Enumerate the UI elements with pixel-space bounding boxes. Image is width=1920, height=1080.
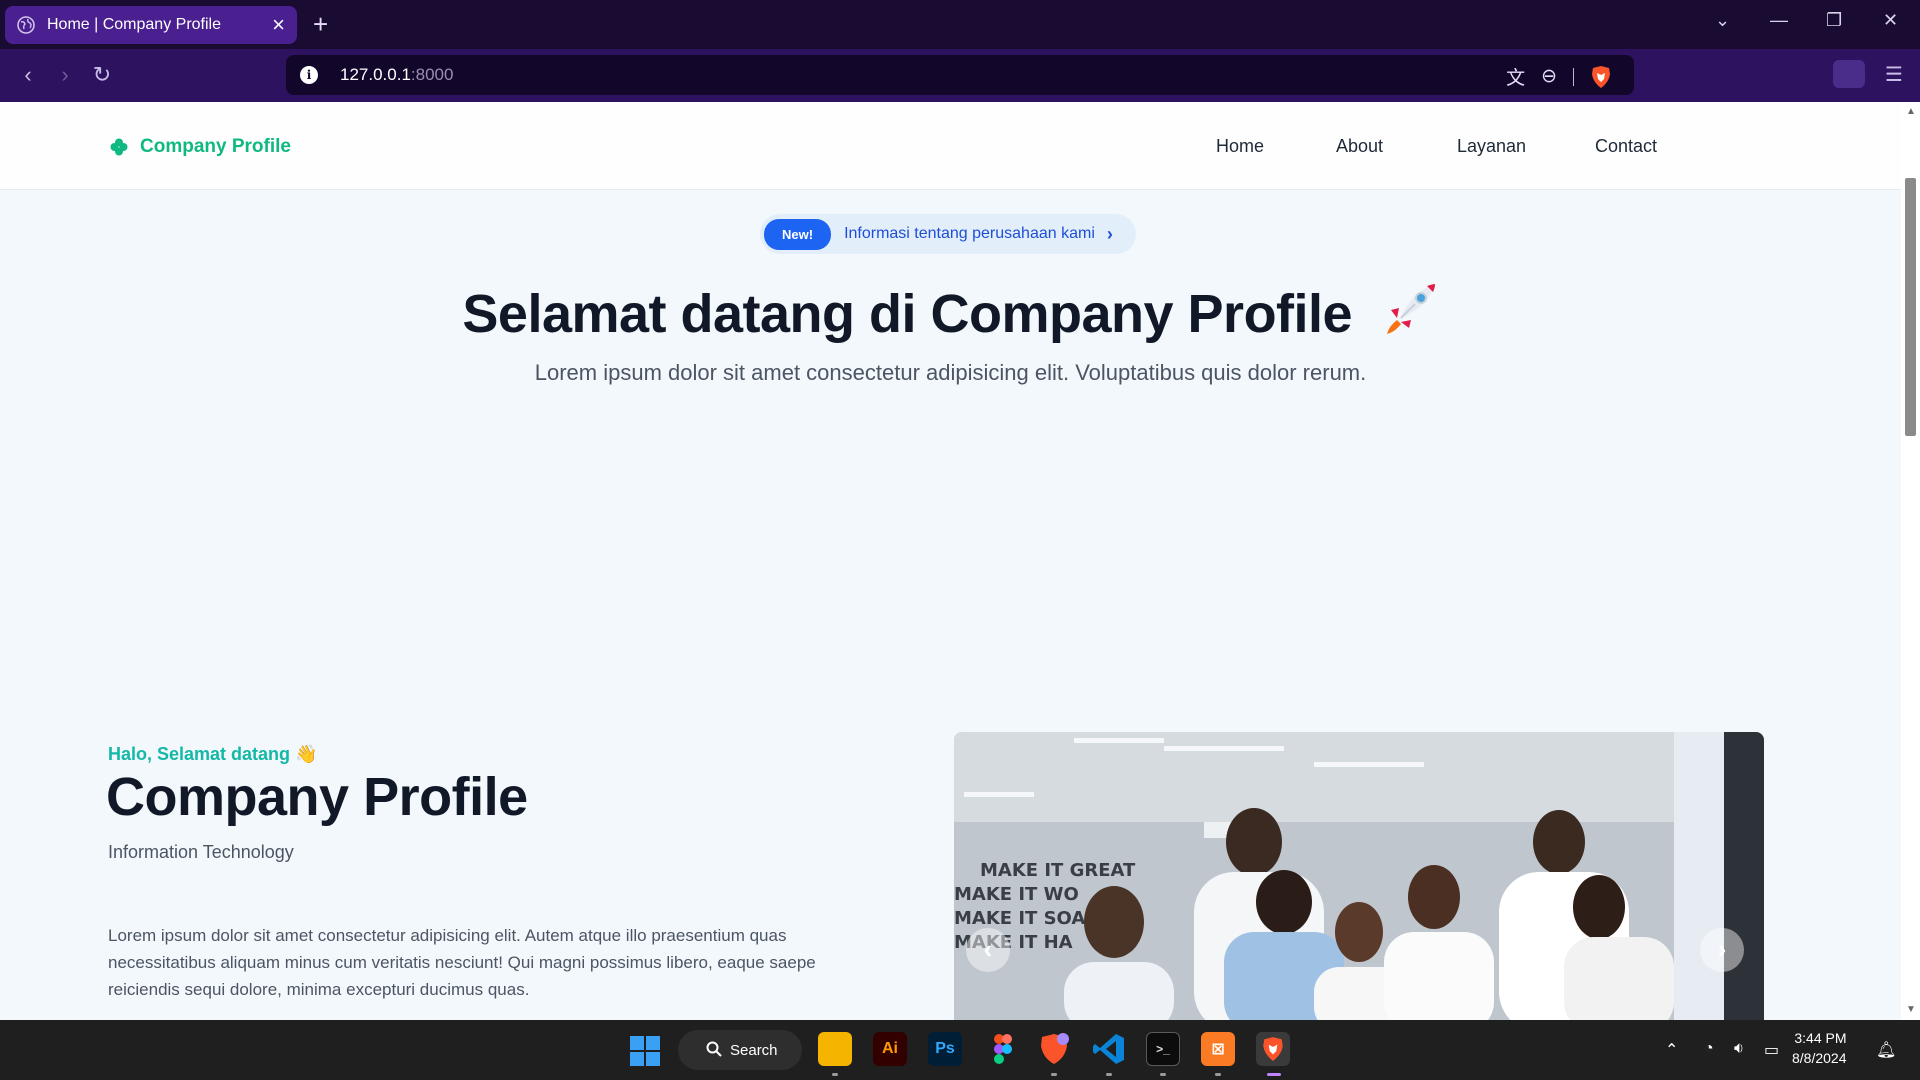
battery-icon[interactable]: ▭ bbox=[1764, 1040, 1779, 1060]
clock-time: 3:44 PM bbox=[1794, 1030, 1847, 1046]
search-icon bbox=[706, 1041, 722, 1057]
translate-icon[interactable]: 文 bbox=[1506, 63, 1525, 90]
wifi-icon[interactable]: ◔ bbox=[1704, 1040, 1714, 1058]
running-indicator bbox=[1215, 1073, 1221, 1076]
brand-name: Company Profile bbox=[140, 136, 291, 157]
terminal-icon[interactable]: >_ bbox=[1146, 1032, 1180, 1066]
company-title-part1: Company bbox=[106, 767, 349, 827]
wall-text-line3: MAKE IT SOAR bbox=[954, 908, 1099, 929]
illustrator-icon[interactable]: Ai bbox=[873, 1032, 907, 1066]
running-indicator bbox=[1051, 1073, 1057, 1076]
show-hidden-icons-chevron-icon[interactable]: ⌃ bbox=[1665, 1040, 1678, 1060]
site-brand[interactable]: Company Profile bbox=[110, 136, 291, 158]
hero-title-text: Selamat datang di Company Profile bbox=[462, 284, 1353, 344]
figma-icon[interactable] bbox=[986, 1032, 1020, 1066]
close-window-button[interactable]: ✕ bbox=[1883, 10, 1898, 31]
scroll-up-icon[interactable]: ▲ bbox=[1906, 106, 1916, 117]
windows-start-icon[interactable] bbox=[630, 1036, 660, 1066]
back-button[interactable]: ‹ bbox=[14, 61, 42, 89]
browser-toolbar: ‹ › ↻ i 127.0.0.1 :8000 文 ⊖ ☰ bbox=[0, 49, 1920, 102]
address-bar[interactable]: i 127.0.0.1 :8000 文 ⊖ bbox=[286, 55, 1634, 95]
about-paragraph: Lorem ipsum dolor sit amet consectetur a… bbox=[108, 926, 816, 999]
search-label: Search bbox=[730, 1041, 778, 1059]
toolbar-divider bbox=[1573, 67, 1574, 86]
restore-button[interactable]: ❐ bbox=[1826, 10, 1842, 31]
flower-logo-icon bbox=[110, 138, 128, 156]
page-scrollbar[interactable]: ▲ ▼ bbox=[1901, 102, 1920, 1020]
scroll-down-icon[interactable]: ▼ bbox=[1906, 1004, 1916, 1015]
site-info-icon[interactable]: i bbox=[300, 66, 318, 84]
scrollbar-thumb[interactable] bbox=[1905, 178, 1916, 436]
nav-link-contact[interactable]: Contact bbox=[1595, 136, 1657, 157]
carousel-prev-button[interactable]: ‹ bbox=[966, 928, 1010, 972]
page-viewport: Company Profile Home About Layanan Conta… bbox=[0, 102, 1901, 1020]
brave-shields-icon[interactable] bbox=[1590, 65, 1612, 89]
brave-icon[interactable] bbox=[1256, 1032, 1290, 1066]
company-title-part2: Profile bbox=[363, 767, 528, 827]
xampp-icon[interactable]: ⊠ bbox=[1201, 1032, 1235, 1066]
brave-nightly-icon[interactable] bbox=[1037, 1032, 1071, 1066]
globe-icon bbox=[17, 16, 35, 34]
rocket-icon bbox=[1386, 284, 1435, 334]
hero-subtitle: Lorem ipsum dolor sit amet consectetur a… bbox=[534, 360, 1367, 385]
volume-icon[interactable]: 🔉︎ bbox=[1734, 1040, 1744, 1058]
browser-tab-strip: Home | Company Profile × + ⌄ — ❐ ✕ bbox=[0, 0, 1920, 49]
company-category: Information Technology bbox=[108, 842, 294, 862]
taskbar-search[interactable]: Search bbox=[678, 1030, 802, 1070]
running-indicator bbox=[1106, 1073, 1112, 1076]
carousel-next-button[interactable]: › bbox=[1700, 928, 1744, 972]
greeting-text: Halo, Selamat datang 👋 bbox=[108, 744, 318, 764]
nav-link-layanan[interactable]: Layanan bbox=[1457, 136, 1526, 157]
running-indicator bbox=[832, 1073, 838, 1076]
company-title: Company Profile bbox=[106, 766, 528, 828]
active-indicator bbox=[1267, 1073, 1281, 1076]
announcement-pill[interactable]: New! Informasi tentang perusahaan kami › bbox=[760, 214, 1136, 254]
office-team-photo: MAKE IT GREAT MAKE IT WO MAKE IT SOAR MA… bbox=[954, 732, 1764, 1020]
nav-link-home[interactable]: Home bbox=[1216, 136, 1264, 157]
image-carousel[interactable]: MAKE IT GREAT MAKE IT WO MAKE IT SOAR MA… bbox=[954, 732, 1764, 1020]
close-tab-icon[interactable]: × bbox=[272, 12, 285, 38]
brave-lion-icon bbox=[1263, 1037, 1283, 1061]
clock-date: 8/8/2024 bbox=[1792, 1050, 1847, 1066]
running-indicator bbox=[1160, 1073, 1166, 1076]
zoom-icon[interactable]: ⊖ bbox=[1541, 65, 1557, 88]
new-tab-button[interactable]: + bbox=[313, 10, 328, 38]
photoshop-icon[interactable]: Ps bbox=[928, 1032, 962, 1066]
notification-bell-icon[interactable]: 🔔︎ bbox=[1876, 1040, 1896, 1060]
minimize-button[interactable]: — bbox=[1770, 10, 1788, 31]
site-navbar: Company Profile Home About Layanan Conta… bbox=[0, 102, 1901, 190]
nav-link-about[interactable]: About bbox=[1336, 136, 1383, 157]
announcement-text: Informasi tentang perusahaan kami bbox=[844, 225, 1095, 242]
forward-button[interactable]: › bbox=[51, 61, 79, 89]
url-port: :8000 bbox=[410, 65, 454, 84]
wall-text-line1: MAKE IT GREAT bbox=[980, 860, 1136, 881]
url-host: 127.0.0.1 bbox=[340, 65, 411, 84]
browser-tab[interactable]: Home | Company Profile × bbox=[5, 6, 297, 44]
new-badge: New! bbox=[764, 218, 832, 250]
windows-taskbar: Search Ai Ps >_ ⊠ ⌃ ◔ 🔉︎ ▭ 3:44 PM 8/8/2… bbox=[0, 1020, 1920, 1080]
file-explorer-icon[interactable] bbox=[818, 1032, 852, 1066]
tab-title: Home | Company Profile bbox=[47, 16, 221, 33]
tab-search-chevron-icon[interactable]: ⌄ bbox=[1715, 10, 1730, 31]
hero-title: Selamat datang di Company Profile bbox=[0, 280, 1901, 345]
vscode-icon[interactable] bbox=[1092, 1032, 1126, 1066]
wall-text-line2: MAKE IT WO bbox=[954, 884, 1079, 905]
system-clock[interactable]: 3:44 PM 8/8/2024 bbox=[1792, 1028, 1847, 1068]
reload-button[interactable]: ↻ bbox=[88, 61, 116, 89]
wallet-icon[interactable] bbox=[1833, 60, 1865, 88]
chevron-right-icon: › bbox=[1106, 223, 1113, 244]
menu-icon[interactable]: ☰ bbox=[1885, 62, 1903, 87]
